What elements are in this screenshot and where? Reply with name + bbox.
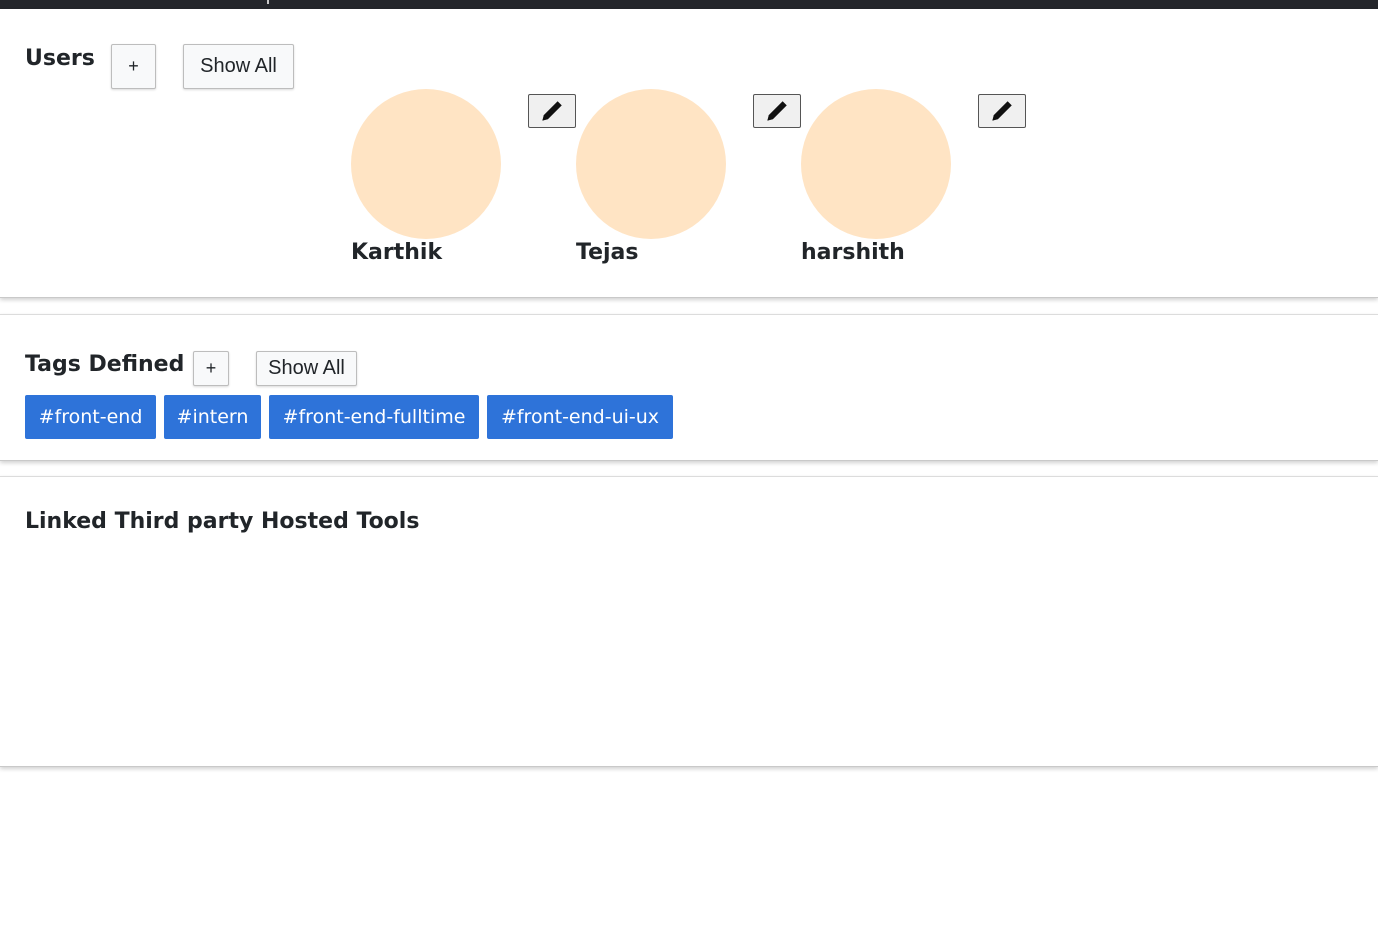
avatar[interactable] — [801, 89, 951, 239]
add-tag-button[interactable]: + — [193, 351, 229, 386]
avatar[interactable] — [576, 89, 726, 239]
users-card: Users + Show All Karthik Tejas harshith — [0, 9, 1378, 298]
top-bar — [0, 0, 1378, 9]
user-name: Karthik — [351, 240, 443, 265]
top-bar-marker — [267, 0, 269, 4]
user-name: Tejas — [576, 240, 639, 265]
tools-card: Linked Third party Hosted Tools — [0, 476, 1378, 767]
tag-chip[interactable]: #front-end — [25, 395, 156, 439]
tag-chip[interactable]: #front-end-fulltime — [269, 395, 479, 439]
user-name: harshith — [801, 240, 905, 265]
edit-user-button[interactable] — [978, 94, 1026, 128]
tags-title: Tags Defined — [25, 352, 185, 377]
tag-chip[interactable]: #intern — [164, 395, 261, 439]
edit-user-button[interactable] — [753, 94, 801, 128]
pencil-icon — [542, 101, 562, 121]
pencil-icon — [767, 101, 787, 121]
add-user-button[interactable]: + — [111, 44, 156, 89]
avatar[interactable] — [351, 89, 501, 239]
tags-card: Tags Defined + Show All #front-end #inte… — [0, 314, 1378, 461]
users-title: Users — [25, 46, 95, 71]
tag-chip[interactable]: #front-end-ui-ux — [487, 395, 673, 439]
tools-title: Linked Third party Hosted Tools — [25, 509, 420, 534]
show-all-tags-button[interactable]: Show All — [256, 351, 357, 386]
show-all-users-button[interactable]: Show All — [183, 44, 294, 89]
pencil-icon — [992, 101, 1012, 121]
edit-user-button[interactable] — [528, 94, 576, 128]
